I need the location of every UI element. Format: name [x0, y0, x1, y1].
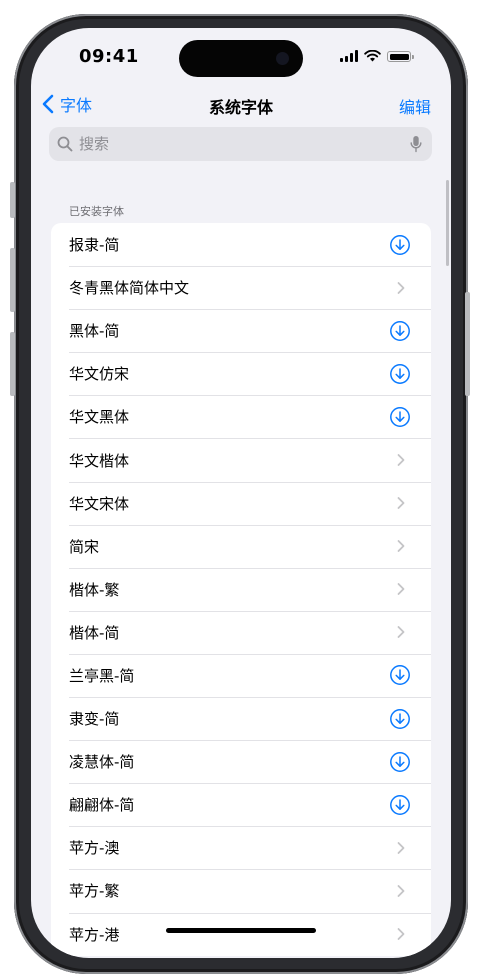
font-row[interactable]: 隶变-简 — [51, 697, 431, 740]
chevron-left-icon — [42, 94, 54, 114]
search-icon — [57, 136, 73, 152]
font-row[interactable]: 简宋 — [51, 524, 431, 568]
font-name: 楷体-繁 — [69, 580, 120, 599]
dynamic-island — [179, 40, 303, 77]
chevron-right-icon — [397, 497, 411, 510]
cellular-signal-icon — [340, 50, 358, 62]
font-name: 凌慧体-简 — [69, 753, 135, 772]
font-name: 报隶-简 — [69, 236, 120, 255]
font-row[interactable]: 兰亭黑-简 — [51, 653, 431, 697]
chevron-right-icon — [397, 928, 411, 941]
wifi-icon — [364, 50, 381, 62]
font-name: 冬青黑体简体中文 — [69, 279, 190, 298]
font-row[interactable]: 楷体-简 — [51, 610, 431, 654]
font-name: 楷体-简 — [69, 623, 120, 642]
installed-fonts-list: 报隶-简冬青黑体简体中文 黑体-简华文仿宋华文黑体华文楷体华文宋体简宋楷体-繁楷体… — [51, 223, 431, 956]
font-name: 黑体-简 — [69, 322, 120, 341]
download-icon[interactable] — [389, 234, 411, 256]
chevron-right-icon — [397, 583, 411, 596]
download-icon[interactable] — [389, 751, 411, 773]
battery-icon — [387, 51, 414, 62]
volume-down-button — [10, 332, 15, 396]
font-row[interactable]: 翩翩体-简 — [51, 783, 431, 826]
download-icon[interactable] — [389, 406, 411, 428]
edit-button[interactable]: 编辑 — [399, 94, 431, 118]
font-name: 兰亭黑-简 — [69, 666, 135, 685]
download-icon[interactable] — [389, 363, 411, 385]
chevron-right-icon — [397, 841, 411, 854]
download-icon[interactable] — [389, 320, 411, 342]
search-bar[interactable] — [49, 127, 432, 161]
screen: 09:41 字体 系统字体 编辑 搜索 已安装字体 报隶-简 冬青黑体简体中文 … — [31, 28, 451, 958]
chevron-right-icon — [397, 884, 411, 897]
font-name: 华文黑体 — [69, 408, 130, 427]
font-name: 苹方-港 — [69, 925, 120, 944]
font-name: 华文楷体 — [69, 451, 130, 470]
page-title: 系统字体 — [208, 98, 273, 117]
status-bar: 09:41 — [31, 28, 451, 90]
font-row[interactable]: 黑体-简 — [51, 309, 431, 352]
action-button — [10, 182, 15, 218]
font-name: 翩翩体-简 — [69, 796, 135, 815]
status-icons — [340, 50, 414, 62]
download-icon[interactable] — [389, 664, 411, 686]
power-button — [465, 292, 470, 396]
camera-icon — [276, 52, 289, 65]
font-row[interactable]: 苹方-繁 — [51, 869, 431, 912]
download-icon[interactable] — [389, 794, 411, 816]
chevron-right-icon — [397, 281, 411, 294]
microphone-icon[interactable] — [410, 135, 422, 153]
font-row[interactable]: 苹方-港 — [51, 912, 431, 956]
font-name: 苹方-繁 — [69, 882, 120, 901]
download-icon[interactable] — [389, 708, 411, 730]
home-indicator[interactable] — [166, 928, 316, 933]
font-row[interactable]: 冬青黑体简体中文 — [51, 266, 431, 309]
font-row[interactable]: 华文楷体 — [51, 438, 431, 481]
font-name: 简宋 — [69, 537, 100, 556]
search-input[interactable] — [79, 135, 410, 153]
back-button-label: 字体 — [60, 96, 93, 115]
font-name: 华文仿宋 — [69, 365, 130, 384]
chevron-right-icon — [397, 454, 411, 467]
font-name: 华文宋体 — [69, 494, 130, 513]
font-row[interactable]: 苹方-澳 — [51, 826, 431, 869]
section-header: 已安装字体 — [69, 205, 124, 218]
status-time: 09:41 — [79, 46, 139, 67]
chevron-right-icon — [397, 540, 411, 553]
navigation-bar: 字体 系统字体 编辑 — [31, 90, 451, 120]
font-row[interactable]: 华文宋体 — [51, 481, 431, 525]
back-button[interactable]: 字体 — [41, 92, 92, 116]
font-name: 苹方-澳 — [69, 839, 120, 858]
font-name: 隶变-简 — [69, 710, 120, 729]
font-row[interactable]: 凌慧体-简 — [51, 740, 431, 783]
font-row[interactable]: 报隶-简 — [51, 223, 431, 266]
chevron-right-icon — [397, 626, 411, 639]
font-row[interactable]: 楷体-繁 — [51, 567, 431, 611]
volume-up-button — [10, 248, 15, 312]
scroll-indicator[interactable] — [446, 180, 449, 266]
font-row[interactable]: 华文黑体 — [51, 395, 431, 438]
font-row[interactable]: 华文仿宋 — [51, 352, 431, 395]
